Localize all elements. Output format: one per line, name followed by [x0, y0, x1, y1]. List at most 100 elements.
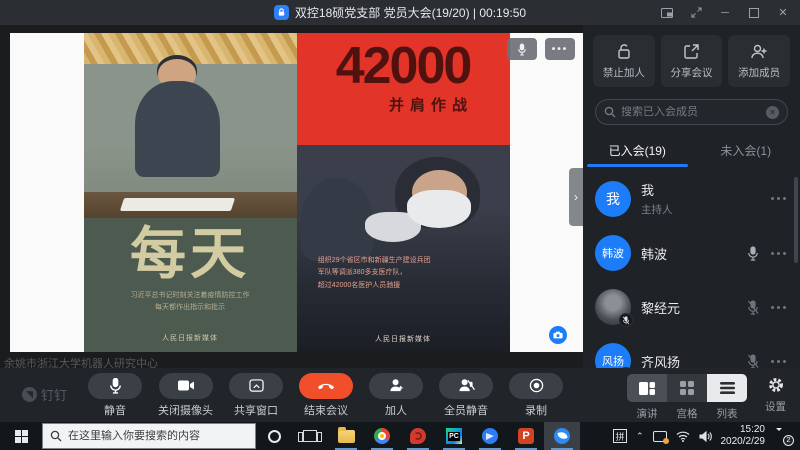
more-menu-icon[interactable]	[771, 359, 786, 363]
member-search[interactable]: ✕	[595, 99, 788, 125]
meeting-title-wrap: 双控18硕党支部 党员大会(19/20) | 00:19:50	[273, 4, 527, 21]
camera-off-button[interactable]: 关闭摄像头	[158, 372, 213, 418]
feed-more-button[interactable]: •••	[545, 38, 575, 60]
dingtalk-taskbar-button[interactable]	[544, 422, 580, 450]
taskbar-clock[interactable]: 15:20 2020/2/29	[721, 424, 766, 449]
mic-on-icon[interactable]	[747, 245, 759, 261]
forbid-join-label: 禁止加人	[602, 66, 645, 79]
mute-all-button[interactable]: 全员静音	[439, 372, 493, 418]
tab-joined[interactable]: 已入会(19)	[583, 135, 692, 167]
member-row-me[interactable]: 我 我 主持人	[583, 171, 800, 226]
taskbar-search-input[interactable]	[68, 430, 248, 442]
share-window-label: 共享窗口	[234, 404, 278, 417]
camera-switch-icon[interactable]	[549, 326, 567, 344]
mute-pill	[88, 372, 142, 399]
member-list-scrollbar[interactable]	[794, 177, 798, 263]
poster-right-photo: 组织29个省区市和新疆生产建设兵团 军队等调派380多支医疗队， 超过42000…	[296, 144, 510, 352]
member-search-input[interactable]	[621, 106, 761, 118]
gear-icon	[768, 378, 783, 392]
poster-left-subtext-line1: 习近平总书记时刻关注着疫情防控工作	[130, 292, 250, 300]
share-window-icon	[248, 378, 264, 392]
maximize-button[interactable]	[743, 3, 765, 23]
chrome-button[interactable]	[364, 422, 400, 450]
wifi-icon[interactable]	[676, 431, 690, 442]
speaker-icon[interactable]	[698, 430, 712, 442]
share-icon	[684, 43, 699, 59]
start-button[interactable]	[0, 422, 42, 450]
share-window-button[interactable]: 共享窗口	[229, 372, 283, 418]
add-member-button[interactable]: 添加成员	[728, 35, 791, 87]
more-menu-icon[interactable]	[771, 197, 786, 200]
taskbar-search[interactable]	[42, 423, 256, 449]
chrome-icon	[374, 428, 390, 444]
ime-indicator[interactable]: 拼	[612, 429, 627, 443]
record-button[interactable]: 录制	[509, 372, 563, 418]
view-list[interactable]: 列表	[707, 374, 747, 421]
task-view-icon	[298, 430, 322, 442]
messenger-button[interactable]	[472, 422, 508, 450]
tab-not-joined[interactable]: 未入会(1)	[692, 135, 800, 167]
file-explorer-button[interactable]	[328, 422, 364, 450]
snail-icon	[410, 428, 426, 444]
row-icons	[747, 353, 786, 369]
powerpoint-button[interactable]: P	[508, 422, 544, 450]
unlock-icon	[618, 43, 630, 59]
feed-mic-button[interactable]	[507, 38, 537, 60]
mute-button[interactable]: 静音	[88, 372, 142, 418]
view-speaker[interactable]: 演讲	[627, 374, 667, 421]
add-people-button[interactable]: 加人	[369, 372, 423, 418]
poster-left-headline: 每天	[130, 222, 250, 286]
share-meeting-button[interactable]: 分享会议	[660, 35, 723, 87]
end-meeting-label: 结束会议	[304, 404, 348, 417]
feed-controls: •••	[507, 38, 575, 60]
share-window-pill	[229, 372, 283, 399]
fullscreen-icon[interactable]	[685, 3, 707, 23]
search-clear-icon[interactable]: ✕	[766, 105, 779, 119]
row-icons	[747, 245, 786, 261]
mute-label: 静音	[104, 404, 126, 417]
poster-right-figure2	[300, 177, 374, 261]
close-button[interactable]: ✕	[772, 3, 794, 23]
member-text: 韩波	[641, 244, 737, 263]
task-view-button[interactable]	[292, 422, 328, 450]
avatar-wrap	[595, 289, 633, 327]
member-row[interactable]: 韩波 韩波	[583, 226, 800, 280]
action-center-button[interactable]: 2	[774, 428, 794, 446]
meeting-title: 双控18硕党支部 党员大会(19/20) | 00:19:50	[294, 6, 527, 20]
more-menu-icon[interactable]	[771, 251, 786, 255]
member-name: 齐风扬	[641, 354, 681, 369]
add-member-label: 添加成员	[738, 66, 781, 79]
member-row[interactable]: 风扬 齐风扬	[583, 334, 800, 368]
minimize-button[interactable]: ─	[714, 3, 736, 23]
system-tray: 拼 ⌃ 15:20 2020/2/29 2	[612, 422, 800, 450]
view-grid[interactable]: 宫格	[667, 374, 707, 421]
toolbar-buttons: 静音 关闭摄像头 共享窗口 结束会议 加人 全员静音 录制	[88, 372, 563, 418]
member-name: 黎经元	[641, 300, 681, 316]
camera-off-label: 关闭摄像头	[158, 404, 213, 417]
windows-logo-icon	[14, 429, 28, 443]
cortana-button[interactable]	[256, 422, 292, 450]
search-icon	[604, 106, 616, 118]
row-icons	[747, 299, 786, 315]
tray-expand-icon[interactable]: ⌃	[636, 431, 644, 442]
row-icons	[771, 197, 786, 200]
settings-button[interactable]: 设置	[765, 376, 786, 414]
pip-icon[interactable]	[656, 3, 678, 23]
pycharm-button[interactable]: PC	[436, 422, 472, 450]
more-menu-icon[interactable]	[771, 305, 786, 309]
snail-app-button[interactable]	[400, 422, 436, 450]
mic-muted-icon[interactable]	[747, 299, 759, 315]
mic-muted-icon[interactable]	[747, 353, 759, 369]
chevron-right-icon: ›	[574, 190, 578, 204]
display-notification-icon[interactable]	[652, 430, 669, 444]
member-row[interactable]: 黎经元	[583, 280, 800, 334]
end-meeting-button[interactable]: 结束会议	[299, 372, 353, 418]
member-name: 我	[641, 183, 655, 198]
forbid-join-button[interactable]: 禁止加人	[593, 35, 655, 87]
poster-right-subtext-line1: 组织29个省区市和新疆生产建设兵团	[317, 256, 431, 264]
collapse-panel-button[interactable]: ›	[569, 168, 583, 226]
list-view-icon	[707, 374, 747, 402]
member-text: 我 主持人	[641, 180, 761, 217]
video-area: 每天 习近平总书记时刻关注着疫情防控工作 每天都作出指示和批示 人民日报新媒体 …	[0, 25, 583, 370]
clock-date: 2020/2/29	[720, 436, 766, 447]
